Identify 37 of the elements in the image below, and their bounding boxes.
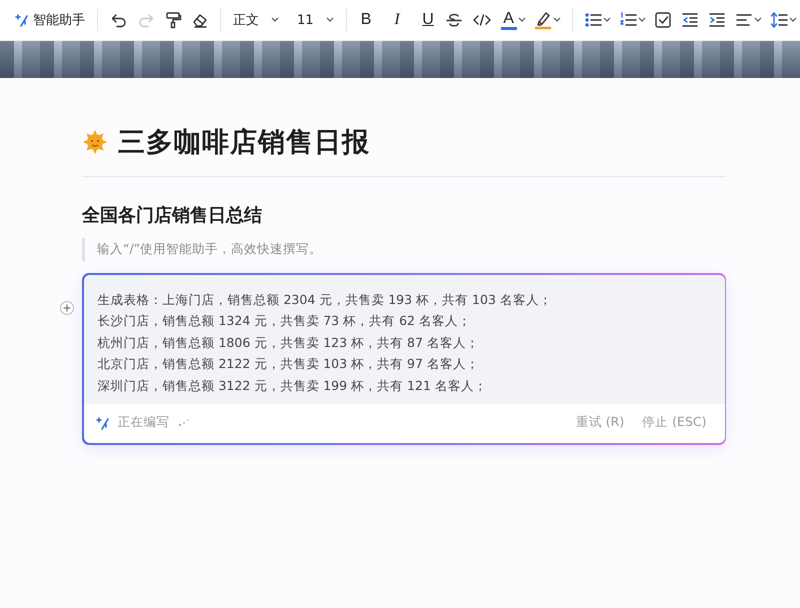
paint-roller-icon[interactable] bbox=[164, 11, 182, 29]
bullet-list-icon[interactable] bbox=[584, 11, 602, 29]
prompt-text-line: 北京门店，销售总额 2122 元，共售卖 103 杯，共有 97 名客人； bbox=[98, 355, 480, 373]
font-color-button[interactable]: A bbox=[496, 10, 530, 30]
line-spacing-icon[interactable] bbox=[770, 11, 788, 29]
indent-icon[interactable] bbox=[708, 11, 726, 29]
placeholder-hint: 输入“/”使用智能助手，高效快速撰写。 bbox=[82, 238, 726, 261]
prompt-text-line: 长沙门店，销售总额 1324 元，共售卖 73 杯，共有 62 名客人； bbox=[98, 312, 472, 330]
strikethrough-icon[interactable] bbox=[445, 11, 464, 29]
highlighter-icon[interactable] bbox=[534, 10, 552, 30]
caret-icon[interactable] bbox=[552, 17, 561, 23]
caret-icon[interactable] bbox=[754, 17, 762, 23]
caret-icon[interactable] bbox=[271, 17, 279, 23]
caret-icon[interactable] bbox=[518, 17, 526, 23]
prompt-text-line: 深圳门店，销售总额 3122 元，共售卖 199 杯，共有 121 名客人； bbox=[98, 376, 488, 394]
section-heading: 全国各门店销售日总结 bbox=[82, 204, 263, 225]
bold-button[interactable]: B bbox=[358, 11, 374, 29]
ai-assistant-button[interactable]: 智能助手 bbox=[10, 6, 90, 34]
sparkle-wand-icon bbox=[96, 416, 110, 430]
caret-icon[interactable] bbox=[602, 17, 611, 23]
prompt-text-line: 生成表格：上海门店，销售总额 2304 元，共售卖 193 杯，共有 103 名客人； bbox=[98, 290, 553, 308]
paragraph-style-dropdown[interactable]: 正文 bbox=[228, 11, 284, 29]
document-title: 三多咖啡店销售日报 bbox=[118, 126, 370, 160]
add-block-icon[interactable] bbox=[60, 301, 74, 315]
checkbox-icon[interactable] bbox=[654, 11, 672, 29]
sun-face-icon bbox=[82, 129, 108, 155]
prompt-text-line: 杭州门店，销售总额 1806 元，共售卖 123 杯，共有 87 名客人； bbox=[98, 334, 480, 352]
italic-button[interactable]: I bbox=[389, 11, 406, 29]
caret-icon[interactable] bbox=[326, 17, 334, 23]
loading-dots-icon bbox=[178, 418, 190, 428]
underline-button[interactable]: U bbox=[420, 11, 436, 29]
font-size-dropdown[interactable]: 11 bbox=[292, 12, 339, 28]
status-text: 正在编写 bbox=[118, 414, 170, 431]
sparkle-wand-icon bbox=[15, 13, 29, 27]
caret-icon[interactable] bbox=[638, 17, 646, 23]
outdent-icon[interactable] bbox=[681, 11, 700, 29]
caret-icon[interactable] bbox=[788, 17, 797, 23]
